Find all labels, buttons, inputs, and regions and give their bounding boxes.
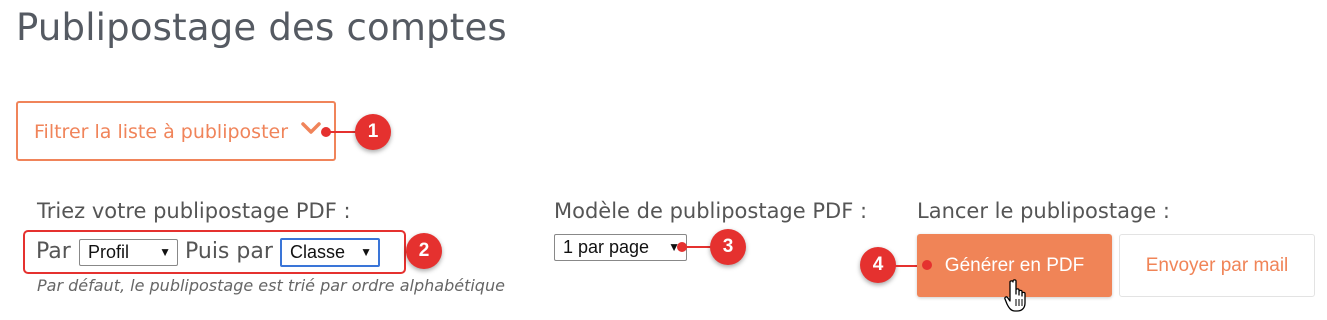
filter-toggle[interactable]: Filtrer la liste à publiposter — [16, 101, 336, 161]
annotation-badge-2: 2 — [406, 233, 442, 269]
generate-pdf-label: Générer en PDF — [944, 254, 1085, 276]
dropdown-arrow-icon: ▼ — [159, 245, 171, 259]
launch-section-label: Lancer le publipostage : — [917, 199, 1170, 223]
sort-puis-par-label: Puis par — [185, 239, 273, 264]
annotation-badge-1: 1 — [355, 114, 391, 150]
annotation-badge-4: 4 — [860, 247, 896, 283]
sort-section-label: Triez votre publipostage PDF : — [37, 199, 351, 223]
send-mail-label: Envoyer par mail — [1145, 254, 1289, 276]
filter-label: Filtrer la liste à publiposter — [34, 121, 289, 143]
model-section-label: Modèle de publipostage PDF : — [554, 199, 868, 223]
sort-primary-value: Profil — [88, 242, 130, 262]
annotation-connector — [326, 131, 356, 133]
dropdown-arrow-icon: ▼ — [360, 245, 372, 259]
send-mail-button[interactable]: Envoyer par mail — [1119, 234, 1315, 297]
chevron-down-icon — [301, 122, 321, 134]
sort-help-text: Par défaut, le publipostage est trié par… — [37, 276, 505, 295]
hand-cursor-icon — [1004, 279, 1026, 312]
sort-secondary-select[interactable]: Classe ▼ — [280, 238, 380, 267]
sort-primary-select[interactable]: Profil ▼ — [79, 239, 178, 266]
page-title: Publipostage des comptes — [16, 6, 507, 49]
annotation-dot — [922, 260, 932, 270]
sort-par-label: Par — [36, 239, 71, 264]
model-value: 1 par page — [563, 237, 650, 257]
sort-secondary-value: Classe — [290, 242, 346, 262]
annotation-badge-3: 3 — [710, 229, 746, 265]
model-select[interactable]: 1 par page ▼ — [554, 234, 687, 261]
annotation-connector — [682, 246, 712, 248]
